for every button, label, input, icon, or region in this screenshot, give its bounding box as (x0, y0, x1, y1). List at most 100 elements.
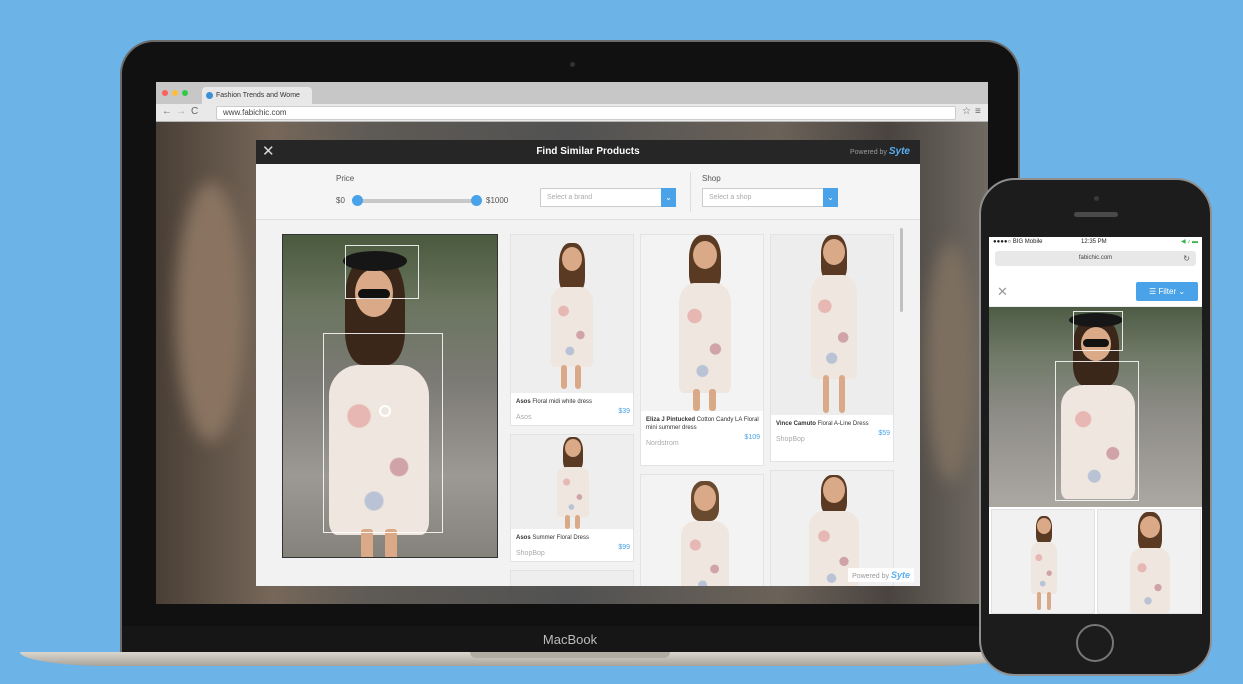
shop-select-placeholder: Select a shop (709, 194, 752, 201)
product-shop: ShopBop (516, 550, 545, 557)
phone-product-thumb[interactable] (1097, 509, 1201, 614)
site-favicon-icon (206, 92, 213, 99)
phone-product-thumb[interactable] (991, 509, 1095, 614)
search-icon[interactable] (379, 405, 391, 417)
menu-icon[interactable]: ≡ (975, 106, 981, 117)
product-title: Eliza J Pintucked Cotton Candy LA Floral… (646, 416, 760, 432)
price-max-value: $1000 (486, 196, 509, 205)
reload-icon[interactable]: C (191, 106, 198, 117)
product-shop: ShopBop (776, 436, 805, 443)
phone-home-button[interactable] (1076, 624, 1114, 662)
product-card[interactable] (640, 474, 764, 586)
results-area: Asos Floral midi white dress Asos $39 As… (256, 220, 920, 586)
browser-tab-title: Fashion Trends and Wome (216, 92, 300, 99)
syte-logo: Syte (890, 570, 910, 580)
modal-title: Find Similar Products (536, 146, 640, 157)
product-image (511, 435, 633, 529)
dress-detection-box[interactable] (323, 333, 443, 533)
chevron-down-icon[interactable]: ⌄ (823, 188, 838, 207)
phone-modal-header: ✕ ☰ Filter ⌄ (989, 277, 1202, 307)
product-brand: Asos (516, 399, 531, 405)
phone-url-text: fabichic.com (1078, 255, 1113, 261)
phone-camera (1094, 196, 1099, 201)
phone-address-bar[interactable]: fabichic.com ↻ (995, 251, 1196, 266)
price-slider-min-handle[interactable] (352, 195, 363, 206)
product-shop: Asos (516, 414, 532, 421)
product-title: Vince Camuto Floral A-Line Dress (776, 420, 890, 428)
sunglasses-detection-box[interactable] (345, 245, 419, 299)
product-name: Floral midi white dress (532, 399, 593, 405)
close-icon[interactable]: ✕ (262, 142, 275, 160)
product-card[interactable]: Asos Floral midi white dress Asos $39 (510, 234, 634, 426)
phone-status-bar: ●●●●○ BIG Mobile 12:35 PM ◀ ♪ ▬ (989, 237, 1202, 248)
modal-header: Find Similar Products ✕ Powered by Syte (256, 140, 920, 164)
price-slider-max-handle[interactable] (471, 195, 482, 206)
product-info: Asos Floral midi white dress Asos $39 (511, 395, 633, 425)
shop-select[interactable]: Select a shop ⌄ (702, 188, 838, 207)
close-window-dot[interactable] (162, 90, 168, 96)
laptop-base-notch (470, 652, 670, 658)
product-image (771, 235, 893, 415)
product-price: $99 (618, 544, 630, 551)
product-info: Asos Summer Floral Dress ShopBop $99 (511, 531, 633, 561)
product-image (641, 475, 763, 586)
blurred-shape (176, 182, 246, 442)
powered-by-text: Powered by (849, 149, 887, 156)
phone-speaker (1074, 212, 1118, 217)
product-title: Asos Floral midi white dress (516, 398, 630, 406)
chevron-down-icon[interactable]: ⌄ (661, 188, 676, 207)
laptop-chin: MacBook (122, 626, 1018, 654)
back-arrow-icon[interactable]: ← (162, 106, 172, 117)
filter-bar: Price $0 $1000 Select a brand ⌄ Shop Sel… (256, 164, 920, 220)
product-price: $59 (878, 430, 890, 437)
address-bar[interactable]: www.fabichic.com (216, 106, 956, 120)
product-brand: Asos (516, 535, 531, 541)
powered-by-label: Powered by Syte (850, 140, 910, 165)
product-brand: Vince Camuto (776, 421, 816, 427)
product-image (511, 235, 633, 393)
product-card[interactable] (510, 570, 634, 586)
product-image (511, 571, 633, 586)
minimize-window-dot[interactable] (172, 90, 178, 96)
browser-tab[interactable]: Fashion Trends and Wome (202, 87, 312, 104)
product-info: Eliza J Pintucked Cotton Candy LA Floral… (641, 413, 763, 453)
laptop-screen: Fashion Trends and Wome ← → C www.fabich… (156, 82, 988, 604)
sunglasses-detection-box[interactable] (1073, 311, 1123, 351)
battery-icon: ◀ ♪ ▬ (1181, 239, 1198, 245)
product-card[interactable]: Asos Summer Floral Dress ShopBop $99 (510, 434, 634, 562)
dress-detection-box[interactable] (1055, 361, 1139, 501)
phone-screen: ●●●●○ BIG Mobile 12:35 PM ◀ ♪ ▬ fabichic… (989, 237, 1202, 614)
browser-toolbar: ← → C www.fabichic.com ☆ ≡ (156, 104, 988, 122)
product-brand: Eliza J Pintucked (646, 417, 696, 423)
forward-arrow-icon[interactable]: → (176, 106, 186, 117)
product-shop: Nordstrom (646, 440, 679, 447)
clock-text: 12:35 PM (1081, 239, 1107, 245)
price-label: Price (336, 174, 355, 183)
source-photo[interactable] (282, 234, 498, 558)
phone-source-photo[interactable] (989, 307, 1202, 507)
find-similar-modal: Find Similar Products ✕ Powered by Syte … (256, 140, 920, 586)
powered-by-label: Powered by Syte (848, 568, 914, 582)
maximize-window-dot[interactable] (182, 90, 188, 96)
powered-by-text: Powered by (852, 573, 890, 580)
carrier-text: ●●●●○ BIG Mobile (993, 239, 1043, 245)
blurred-shape (926, 242, 976, 482)
product-price: $39 (618, 408, 630, 415)
syte-logo: Syte (888, 146, 910, 157)
filter-button[interactable]: ☰ Filter ⌄ (1136, 282, 1198, 301)
reload-icon[interactable]: ↻ (1183, 251, 1190, 266)
shop-label: Shop (702, 174, 721, 183)
product-card[interactable]: Vince Camuto Floral A-Line Dress ShopBop… (770, 234, 894, 462)
brand-select[interactable]: Select a brand ⌄ (540, 188, 676, 207)
brand-select-placeholder: Select a brand (547, 194, 593, 201)
product-name: Summer Floral Dress (532, 535, 590, 541)
close-icon[interactable]: ✕ (997, 284, 1008, 300)
product-info: Vince Camuto Floral A-Line Dress ShopBop… (771, 417, 893, 449)
results-scrollbar[interactable] (900, 228, 903, 312)
product-image (641, 235, 763, 411)
price-slider-track[interactable] (356, 199, 478, 203)
product-card[interactable]: Eliza J Pintucked Cotton Candy LA Floral… (640, 234, 764, 466)
filter-divider (690, 172, 691, 212)
star-bookmark-icon[interactable]: ☆ (962, 106, 971, 117)
browser-tab-bar: Fashion Trends and Wome (156, 82, 988, 104)
